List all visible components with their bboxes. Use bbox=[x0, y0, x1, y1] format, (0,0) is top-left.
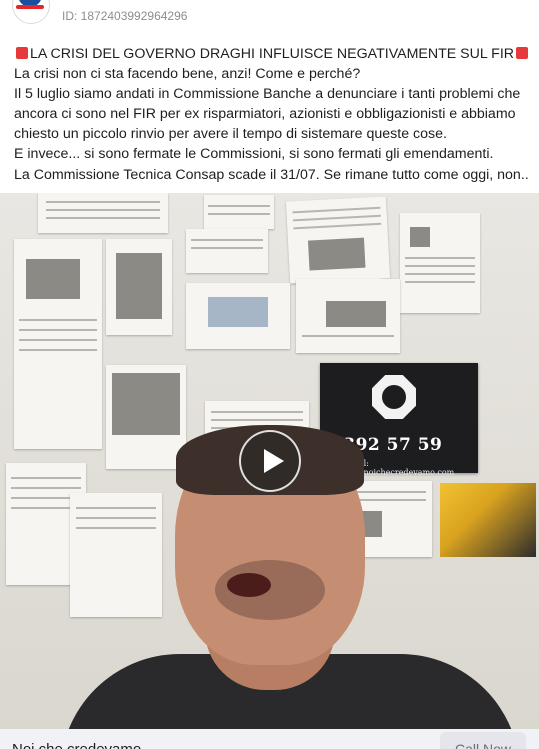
chart-printout bbox=[186, 283, 290, 349]
cta-bar: Noi che credevamo Call Now bbox=[0, 729, 539, 749]
post-line: Il 5 luglio siamo andati in Commissione … bbox=[14, 86, 521, 103]
colorful-clipping bbox=[440, 483, 536, 557]
post-line: chiesto un piccolo rinvio per avere il t… bbox=[14, 126, 447, 143]
post-line: La crisi non ci sta facendo bene, anzi! … bbox=[14, 66, 361, 83]
video-player[interactable]: ✆392 57 59 511 E-mail: info@noichecredev… bbox=[0, 193, 539, 729]
red-square-icon bbox=[516, 47, 529, 59]
person-mouth bbox=[227, 573, 271, 597]
cta-title: Noi che credevamo bbox=[12, 741, 141, 749]
newspaper-clipping bbox=[106, 239, 172, 335]
newspaper-clipping bbox=[14, 239, 102, 449]
post-text: LA CRISI DEL GOVERNO DRAGHI INFLUISCE NE… bbox=[14, 44, 529, 185]
play-icon bbox=[264, 449, 284, 473]
newspaper-clipping bbox=[296, 279, 400, 353]
page-avatar[interactable] bbox=[12, 0, 50, 24]
newspaper-clipping bbox=[400, 213, 480, 313]
ad-id-label: ID: 1872403992964296 bbox=[62, 9, 188, 23]
newspaper-clipping bbox=[285, 196, 391, 284]
red-square-icon bbox=[16, 47, 28, 59]
newspaper-clipping bbox=[70, 493, 162, 617]
post-title-line: LA CRISI DEL GOVERNO DRAGHI INFLUISCE NE… bbox=[14, 44, 529, 64]
post-line: ancora ci sono nel FIR per ex risparmiat… bbox=[14, 106, 516, 123]
play-button[interactable] bbox=[239, 430, 301, 492]
post-line-truncated[interactable]: La Commissione Tecnica Consap scade il 3… bbox=[14, 165, 529, 185]
ad-header: ID: 1872403992964296 bbox=[0, 0, 539, 32]
newspaper-clipping bbox=[186, 229, 268, 273]
newspaper-clipping bbox=[38, 193, 168, 233]
post-title: LA CRISI DEL GOVERNO DRAGHI INFLUISCE NE… bbox=[30, 46, 515, 62]
post-line: E invece... si sono fermate le Commissio… bbox=[14, 146, 494, 163]
newspaper-clipping bbox=[204, 195, 274, 229]
logo-swoosh-icon bbox=[16, 5, 44, 9]
call-now-button[interactable]: Call Now bbox=[440, 732, 526, 749]
newspaper-clipping bbox=[106, 365, 186, 469]
